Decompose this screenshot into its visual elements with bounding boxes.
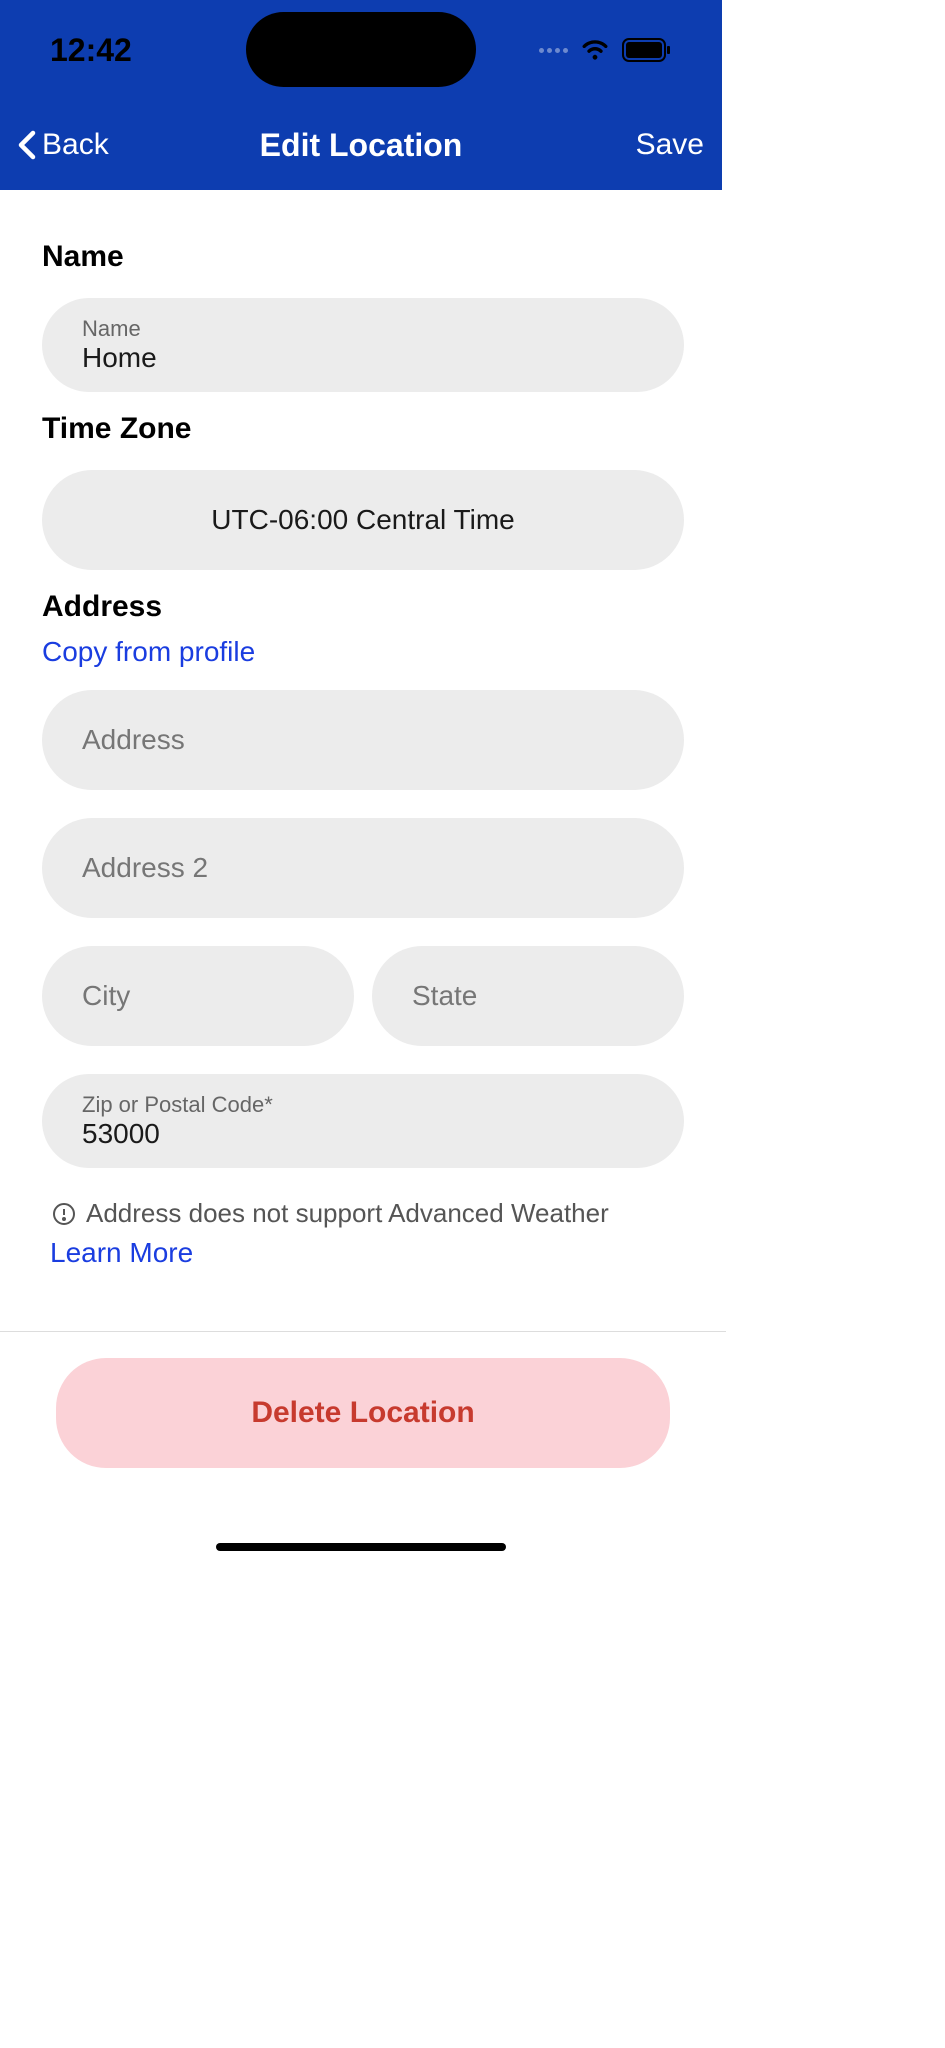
city-placeholder: City — [82, 980, 314, 1012]
state-field[interactable]: State — [372, 946, 684, 1046]
name-section-label: Name — [42, 240, 684, 274]
back-label: Back — [42, 128, 109, 162]
save-button[interactable]: Save — [636, 128, 704, 162]
zip-field[interactable]: Zip or Postal Code* 53000 — [42, 1074, 684, 1168]
warning-text: Address does not support Advanced Weathe… — [86, 1198, 609, 1229]
name-field-value: Home — [82, 342, 644, 374]
home-indicator[interactable] — [216, 1543, 506, 1551]
address-section-label: Address — [42, 590, 684, 624]
copy-from-profile-link[interactable]: Copy from profile — [42, 636, 684, 668]
delete-label: Delete Location — [94, 1396, 632, 1430]
chevron-left-icon — [18, 130, 36, 160]
status-time: 12:42 — [50, 32, 132, 69]
address2-placeholder: Address 2 — [82, 852, 644, 884]
signal-icon — [539, 48, 568, 53]
timezone-section-label: Time Zone — [42, 412, 684, 446]
city-field[interactable]: City — [42, 946, 354, 1046]
address2-field[interactable]: Address 2 — [42, 818, 684, 918]
address-placeholder: Address — [82, 724, 644, 756]
state-placeholder: State — [412, 980, 644, 1012]
name-field-label: Name — [82, 316, 644, 342]
timezone-value: UTC-06:00 Central Time — [82, 504, 644, 536]
warning-row: Address does not support Advanced Weathe… — [42, 1198, 684, 1229]
learn-more-link[interactable]: Learn More — [42, 1237, 684, 1269]
warning-icon — [52, 1202, 76, 1226]
status-icons — [539, 38, 672, 62]
wifi-icon — [580, 38, 610, 62]
name-field[interactable]: Name Home — [42, 298, 684, 392]
back-button[interactable]: Back — [18, 128, 109, 162]
zip-field-label: Zip or Postal Code* — [82, 1092, 644, 1118]
page-title: Edit Location — [260, 127, 463, 164]
nav-bar: Back Edit Location Save — [0, 100, 722, 190]
delete-location-button[interactable]: Delete Location — [56, 1358, 670, 1468]
form-content: Name Name Home Time Zone UTC-06:00 Centr… — [0, 190, 722, 1494]
timezone-field[interactable]: UTC-06:00 Central Time — [42, 470, 684, 570]
device-notch — [246, 12, 476, 87]
status-bar: 12:42 — [0, 0, 722, 100]
address-field[interactable]: Address — [42, 690, 684, 790]
zip-field-value: 53000 — [82, 1118, 644, 1150]
battery-icon — [622, 38, 672, 62]
